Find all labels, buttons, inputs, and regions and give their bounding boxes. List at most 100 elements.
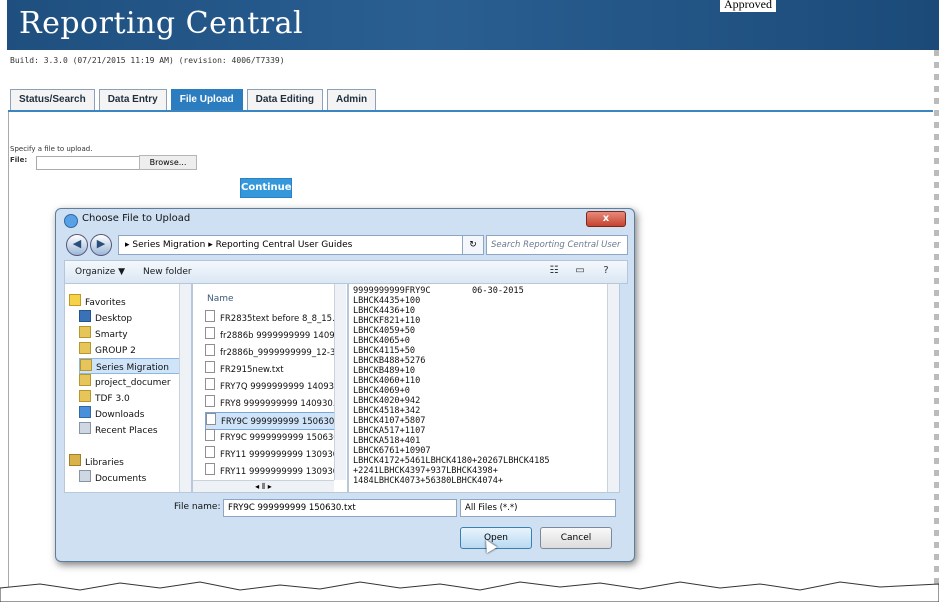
preview-line: LBHCK4518+342	[353, 406, 421, 416]
tab-file-upload[interactable]: File Upload	[170, 89, 243, 111]
documents-icon	[79, 470, 91, 482]
file-input[interactable]	[36, 156, 140, 170]
content-border	[8, 112, 9, 597]
tab-underline	[8, 110, 933, 112]
nav-desktop[interactable]: Desktop	[79, 310, 132, 324]
search-input[interactable]: Search Reporting Central User ...	[486, 235, 628, 268]
file-item[interactable]: FR2915new.txt	[205, 361, 335, 377]
torn-edge-bottom	[0, 581, 939, 602]
text-file-icon	[205, 361, 215, 373]
preview-line: LBHCKA518+401	[353, 436, 421, 446]
page: Reporting Central Approved Build: 3.3.0 …	[0, 0, 939, 602]
text-file-icon	[205, 344, 215, 356]
app-title: Reporting Central	[19, 6, 304, 41]
preview-line: LBHCK4115+50	[353, 346, 416, 356]
file-item[interactable]: FRY7Q 9999999999 140930.tx	[205, 378, 335, 394]
folder-icon	[79, 374, 91, 386]
nav-favorites[interactable]: Favorites	[69, 294, 126, 308]
file-item[interactable]: FRY9C 9999999999 150630.tx	[205, 429, 335, 445]
organize-menu[interactable]: Organize ▼	[75, 261, 125, 283]
choose-file-dialog: Choose File to Upload x ◀ ▶ ▸ Series Mig…	[55, 208, 635, 562]
file-name-label: File name:	[174, 502, 221, 512]
preview-line: LBHCK6761+10907	[353, 446, 431, 456]
torn-edge-right	[934, 50, 939, 602]
file-item[interactable]: FRY11 9999999999 130930b.t	[205, 463, 335, 479]
nav-libraries[interactable]: Libraries	[69, 454, 124, 468]
dialog-toolbar: Organize ▼ New folder ☷ ▭ ?	[64, 260, 628, 284]
desktop-icon	[79, 310, 91, 322]
app-header: Reporting Central Approved	[7, 0, 939, 50]
recent-places-icon	[79, 422, 91, 434]
preview-line: 1484LBHCK4073+56380LBHCK4074+	[353, 476, 504, 486]
nav-recent-places[interactable]: Recent Places	[79, 422, 158, 436]
preview-pane: 9999999999FRY9C 06-30-2015 LBHCK4435+100 L…	[348, 283, 620, 493]
preview-line: LBHCK4172+5461LBHCK4180+20267LBHCK4185	[353, 456, 550, 466]
downloads-icon	[79, 406, 91, 418]
refresh-icon[interactable]: ↻	[462, 235, 484, 255]
file-item[interactable]: fr2886b_9999999999_12-31-2	[205, 344, 335, 360]
file-item[interactable]: FRY11 9999999999 130930a.t	[205, 446, 335, 462]
continue-button[interactable]: Continue	[240, 178, 292, 198]
forward-icon[interactable]: ▶	[90, 234, 112, 256]
folder-icon	[79, 342, 91, 354]
folder-icon	[79, 390, 91, 402]
file-list-pane: Name FR2835text before 8_8_15.txt fr2886…	[192, 283, 348, 493]
navigation-pane: Favorites Desktop Smarty GROUP 2 Series …	[64, 283, 192, 493]
preview-line: LBHCK4069+0	[353, 386, 410, 396]
back-icon[interactable]: ◀	[66, 234, 88, 256]
text-file-icon	[205, 463, 215, 475]
preview-line: LBHCK4060+110	[353, 376, 421, 386]
tab-data-entry[interactable]: Data Entry	[98, 89, 167, 111]
nav-series-migration[interactable]: Series Migration	[79, 358, 181, 374]
file-list-scrollbar[interactable]	[334, 284, 346, 480]
text-file-icon	[205, 395, 215, 407]
tab-data-editing[interactable]: Data Editing	[246, 89, 323, 111]
address-bar[interactable]: ▸ Series Migration ▸ Reporting Central U…	[118, 235, 468, 255]
nav-downloads[interactable]: Downloads	[79, 406, 144, 420]
preview-line: LBHCK4436+10	[353, 306, 416, 316]
file-item[interactable]: FRY8 9999999999 140930.txt	[205, 395, 335, 411]
file-item-selected[interactable]: FRY9C 999999999 150630.txt	[205, 412, 337, 430]
tab-admin[interactable]: Admin	[326, 89, 377, 111]
preview-scrollbar[interactable]	[607, 284, 619, 492]
file-label: File:	[10, 156, 28, 164]
text-file-icon	[205, 378, 215, 390]
file-item[interactable]: fr2886b 9999999999 140930.t	[205, 327, 335, 343]
preview-pane-icon[interactable]: ▭	[571, 263, 589, 279]
close-button[interactable]: x	[586, 211, 626, 227]
file-list-hscrollbar[interactable]: ◂ ⦀ ▸	[193, 480, 334, 492]
view-menu-icon[interactable]: ☷	[545, 263, 563, 279]
preview-line: LBHCK4435+100	[353, 296, 421, 306]
ie-icon	[64, 214, 78, 228]
nav-project-documents[interactable]: project_documer	[79, 374, 171, 388]
preview-line: 9999999999FRY9C 06-30-2015	[353, 286, 524, 296]
file-name-input[interactable]: FRY9C 999999999 150630.txt	[223, 499, 457, 517]
tab-status-search[interactable]: Status/Search	[10, 89, 95, 111]
cancel-button[interactable]: Cancel	[540, 527, 612, 549]
build-info: Build: 3.3.0 (07/21/2015 11:19 AM) (revi…	[10, 56, 285, 65]
star-icon	[69, 294, 81, 306]
text-file-icon	[205, 429, 215, 441]
preview-line: LBHCKB488+5276	[353, 356, 426, 366]
preview-line: LBHCK4020+942	[353, 396, 421, 406]
nav-tdf-3-0[interactable]: TDF 3.0	[79, 390, 130, 404]
preview-line: LBHCK4065+0	[353, 336, 410, 346]
text-file-icon	[205, 327, 215, 339]
browse-button[interactable]: Browse...	[139, 155, 197, 170]
tab-bar: Status/Search Data Entry File Upload Dat…	[10, 89, 377, 111]
text-file-icon	[205, 446, 215, 458]
file-item[interactable]: FR2835text before 8_8_15.txt	[205, 310, 335, 326]
name-column-header[interactable]: Name	[207, 294, 234, 304]
file-type-select[interactable]: All Files (*.*)	[460, 499, 616, 517]
nav-documents[interactable]: Documents	[79, 470, 146, 484]
nav-smarty[interactable]: Smarty	[79, 326, 128, 340]
nav-group-2[interactable]: GROUP 2	[79, 342, 136, 356]
preview-line: +2241LBHCK4397+937LBHCK4398+	[353, 466, 498, 476]
help-icon[interactable]: ?	[597, 263, 615, 279]
folder-icon	[80, 359, 92, 371]
new-folder-button[interactable]: New folder	[143, 261, 192, 283]
preview-line: LBHCK4059+50	[353, 326, 416, 336]
approved-badge: Approved	[720, 0, 776, 12]
nav-scrollbar[interactable]	[179, 284, 191, 492]
navigation-bar: ◀ ▶ ▸ Series Migration ▸ Reporting Centr…	[64, 233, 628, 268]
